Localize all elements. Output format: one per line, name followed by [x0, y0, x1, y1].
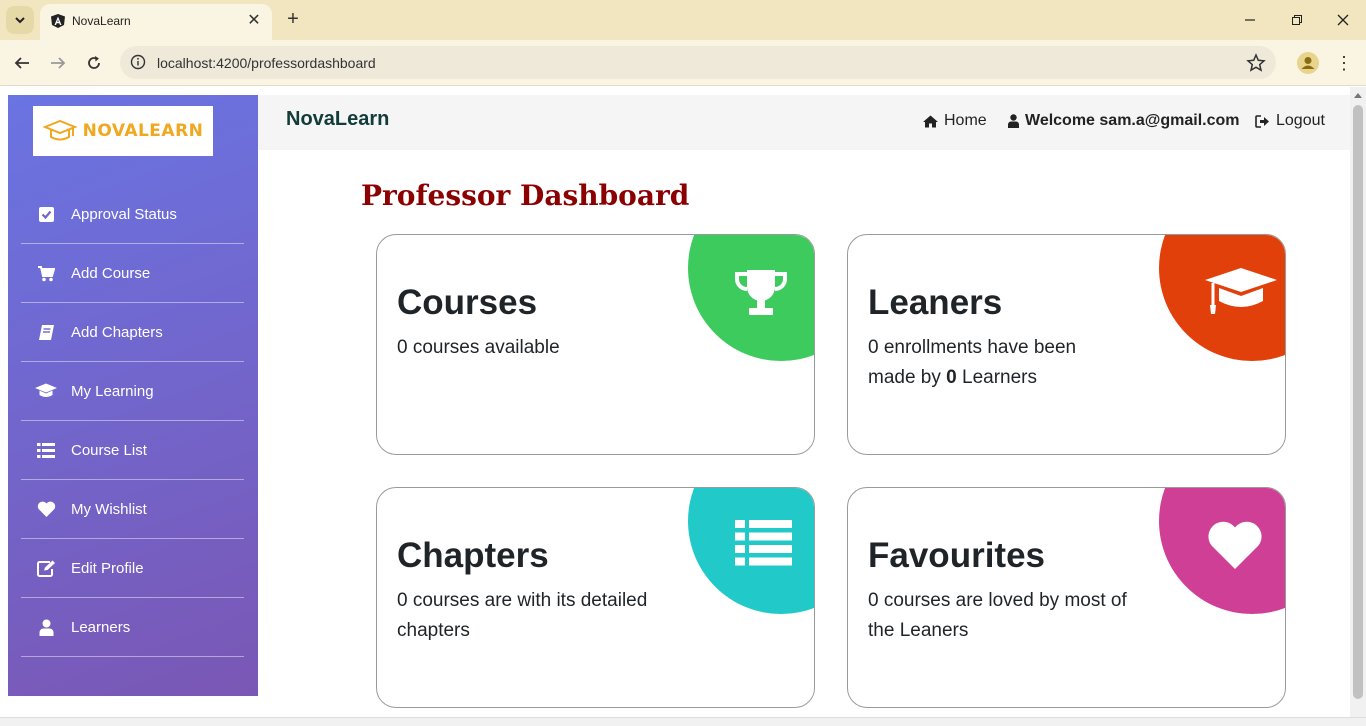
sidebar-item-label: Add Chapters: [71, 323, 163, 341]
back-arrow-icon[interactable]: [11, 52, 33, 74]
card-text: 0 courses available: [397, 337, 560, 358]
list-icon: [735, 520, 792, 566]
sidebar-item-my-wishlist[interactable]: My Wishlist: [21, 480, 244, 539]
logo-text: NOVALEARN: [82, 121, 204, 141]
horizontal-scrollbar[interactable]: [0, 717, 1366, 726]
close-tab-icon[interactable]: ✕: [244, 10, 264, 30]
sidebar-item-course-list[interactable]: Course List: [21, 421, 244, 480]
sidebar-item-label: My Learning: [71, 382, 154, 400]
scroll-up-icon: [1354, 93, 1362, 98]
logout-link-label: Logout: [1276, 112, 1325, 129]
chapters-card[interactable]: Chapters 0 courses are with its detailed…: [376, 487, 815, 708]
scrollbar-thumb[interactable]: [1353, 105, 1363, 699]
graduation-cap-icon: [1205, 268, 1277, 314]
tab-title: NovaLearn: [72, 14, 131, 28]
sidebar-item-learners[interactable]: Learners: [21, 598, 244, 657]
sidebar-item-my-learning[interactable]: My Learning: [21, 362, 244, 421]
forward-arrow-icon[interactable]: [47, 52, 69, 74]
site-info-icon[interactable]: [130, 54, 146, 70]
tab-search-button[interactable]: [6, 6, 34, 34]
browser-tab[interactable]: NovaLearn ✕: [40, 4, 272, 40]
card-text: 0 enrollments have been made by 0 Learne…: [868, 333, 1128, 393]
page-title: Professor Dashboard: [361, 179, 690, 212]
edit-icon: [21, 558, 71, 578]
sidebar-item-label: Edit Profile: [71, 559, 144, 577]
sidebar-item-add-course[interactable]: Add Course: [21, 244, 244, 303]
book-icon: [21, 322, 71, 342]
card-title: Courses: [397, 283, 538, 322]
sidebar-item-label: My Wishlist: [71, 500, 147, 518]
check-square-icon: [21, 204, 71, 224]
sidebar-item-edit-profile[interactable]: Edit Profile: [21, 539, 244, 598]
graduation-cap-logo-icon: [42, 119, 77, 141]
graduation-cap-icon: [21, 381, 71, 401]
sidebar-item-label: Course List: [71, 441, 147, 459]
logo[interactable]: NOVALEARN: [33, 106, 213, 156]
reload-icon[interactable]: [83, 52, 105, 74]
new-tab-button[interactable]: +: [282, 8, 304, 30]
card-title: Favourites: [868, 536, 1045, 575]
sidebar-item-approval-status[interactable]: Approval Status: [21, 185, 244, 244]
restore-icon[interactable]: [1285, 8, 1309, 32]
card-text: 0 courses are loved by most of the Leane…: [868, 590, 1127, 641]
sidebar: NOVALEARN Approval Status Add Course Add…: [8, 95, 258, 696]
bookmark-star-icon[interactable]: [1246, 53, 1266, 73]
courses-card[interactable]: Courses 0 courses available: [376, 234, 815, 455]
browser-tab-strip: NovaLearn ✕ +: [0, 0, 1366, 40]
sidebar-item-label: Add Course: [71, 264, 151, 282]
url-text: localhost:4200/professordashboard: [157, 55, 376, 71]
welcome-text: Welcome sam.a@gmail.com: [1025, 112, 1240, 129]
cart-icon: [21, 263, 71, 283]
card-text: 0 courses are with its detailed chapters: [397, 590, 648, 641]
address-bar-row: localhost:4200/professordashboard ⋮: [0, 40, 1366, 86]
minimize-icon[interactable]: [1238, 8, 1262, 32]
card-text-part: Learners: [956, 367, 1038, 388]
logout-icon: [1255, 114, 1269, 128]
list-icon: [21, 440, 71, 460]
angular-favicon-icon: [51, 14, 65, 28]
learner-count: 0: [946, 367, 957, 388]
home-icon: [923, 115, 938, 127]
top-navbar: NovaLearn Home Welcome sam.a@gmail.com L…: [258, 95, 1350, 150]
card-title: Leaners: [868, 283, 1003, 322]
url-field[interactable]: localhost:4200/professordashboard: [120, 46, 1276, 79]
logout-link[interactable]: Logout: [1255, 112, 1325, 130]
favourites-card[interactable]: Favourites 0 courses are loved by most o…: [847, 487, 1286, 708]
trophy-icon: [735, 270, 787, 315]
sidebar-item-add-chapters[interactable]: Add Chapters: [21, 303, 244, 362]
app-page: NOVALEARN Approval Status Add Course Add…: [0, 87, 1366, 726]
navbar-brand[interactable]: NovaLearn: [286, 108, 389, 131]
profile-avatar-icon[interactable]: [1297, 52, 1319, 74]
browser-menu-icon[interactable]: ⋮: [1334, 52, 1354, 74]
user-icon: [1008, 114, 1019, 128]
vertical-scrollbar[interactable]: [1350, 87, 1366, 717]
chevron-down-icon: [15, 17, 25, 24]
heart-icon: [1208, 521, 1262, 569]
home-link[interactable]: Home: [923, 112, 987, 130]
welcome-user: Welcome sam.a@gmail.com: [1008, 112, 1240, 130]
sidebar-item-label: Learners: [71, 618, 131, 636]
learners-card[interactable]: Leaners 0 enrollments have been made by …: [847, 234, 1286, 455]
user-icon: [21, 617, 71, 637]
close-window-icon[interactable]: [1331, 8, 1355, 32]
card-title: Chapters: [397, 536, 549, 575]
heart-icon: [21, 499, 71, 519]
home-link-label: Home: [944, 112, 987, 129]
sidebar-item-label: Approval Status: [71, 205, 177, 223]
